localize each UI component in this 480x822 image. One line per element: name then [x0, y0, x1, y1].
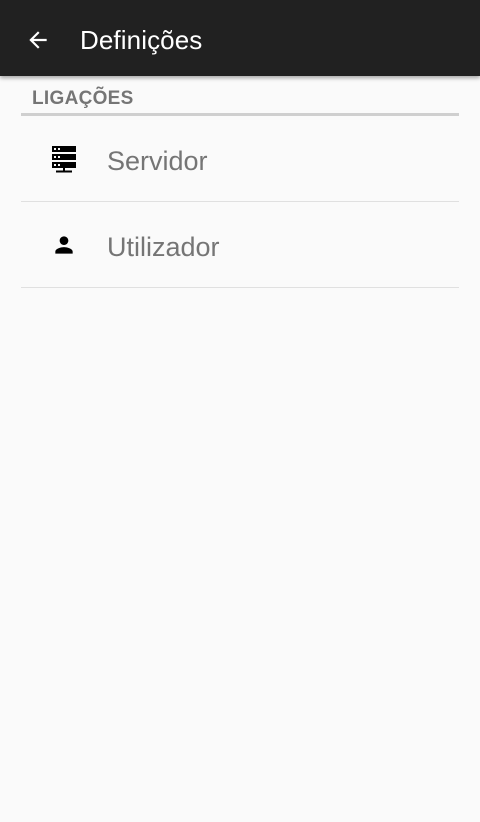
- app-bar: Definições: [0, 0, 480, 76]
- page-title: Definições: [80, 25, 203, 55]
- settings-list: LIGAÇÕES Servidor Utilizador: [0, 76, 480, 288]
- settings-item-label: Servidor: [107, 146, 208, 176]
- settings-item-label: Utilizador: [107, 232, 220, 262]
- settings-item-server[interactable]: Servidor: [21, 116, 459, 202]
- settings-item-user[interactable]: Utilizador: [21, 202, 459, 288]
- section-title: LIGAÇÕES: [32, 88, 134, 109]
- arrow-back-icon: [25, 27, 51, 53]
- server-icon: [50, 145, 78, 173]
- back-button[interactable]: [14, 16, 62, 64]
- section-header: LIGAÇÕES: [21, 76, 459, 116]
- person-icon: [50, 231, 78, 259]
